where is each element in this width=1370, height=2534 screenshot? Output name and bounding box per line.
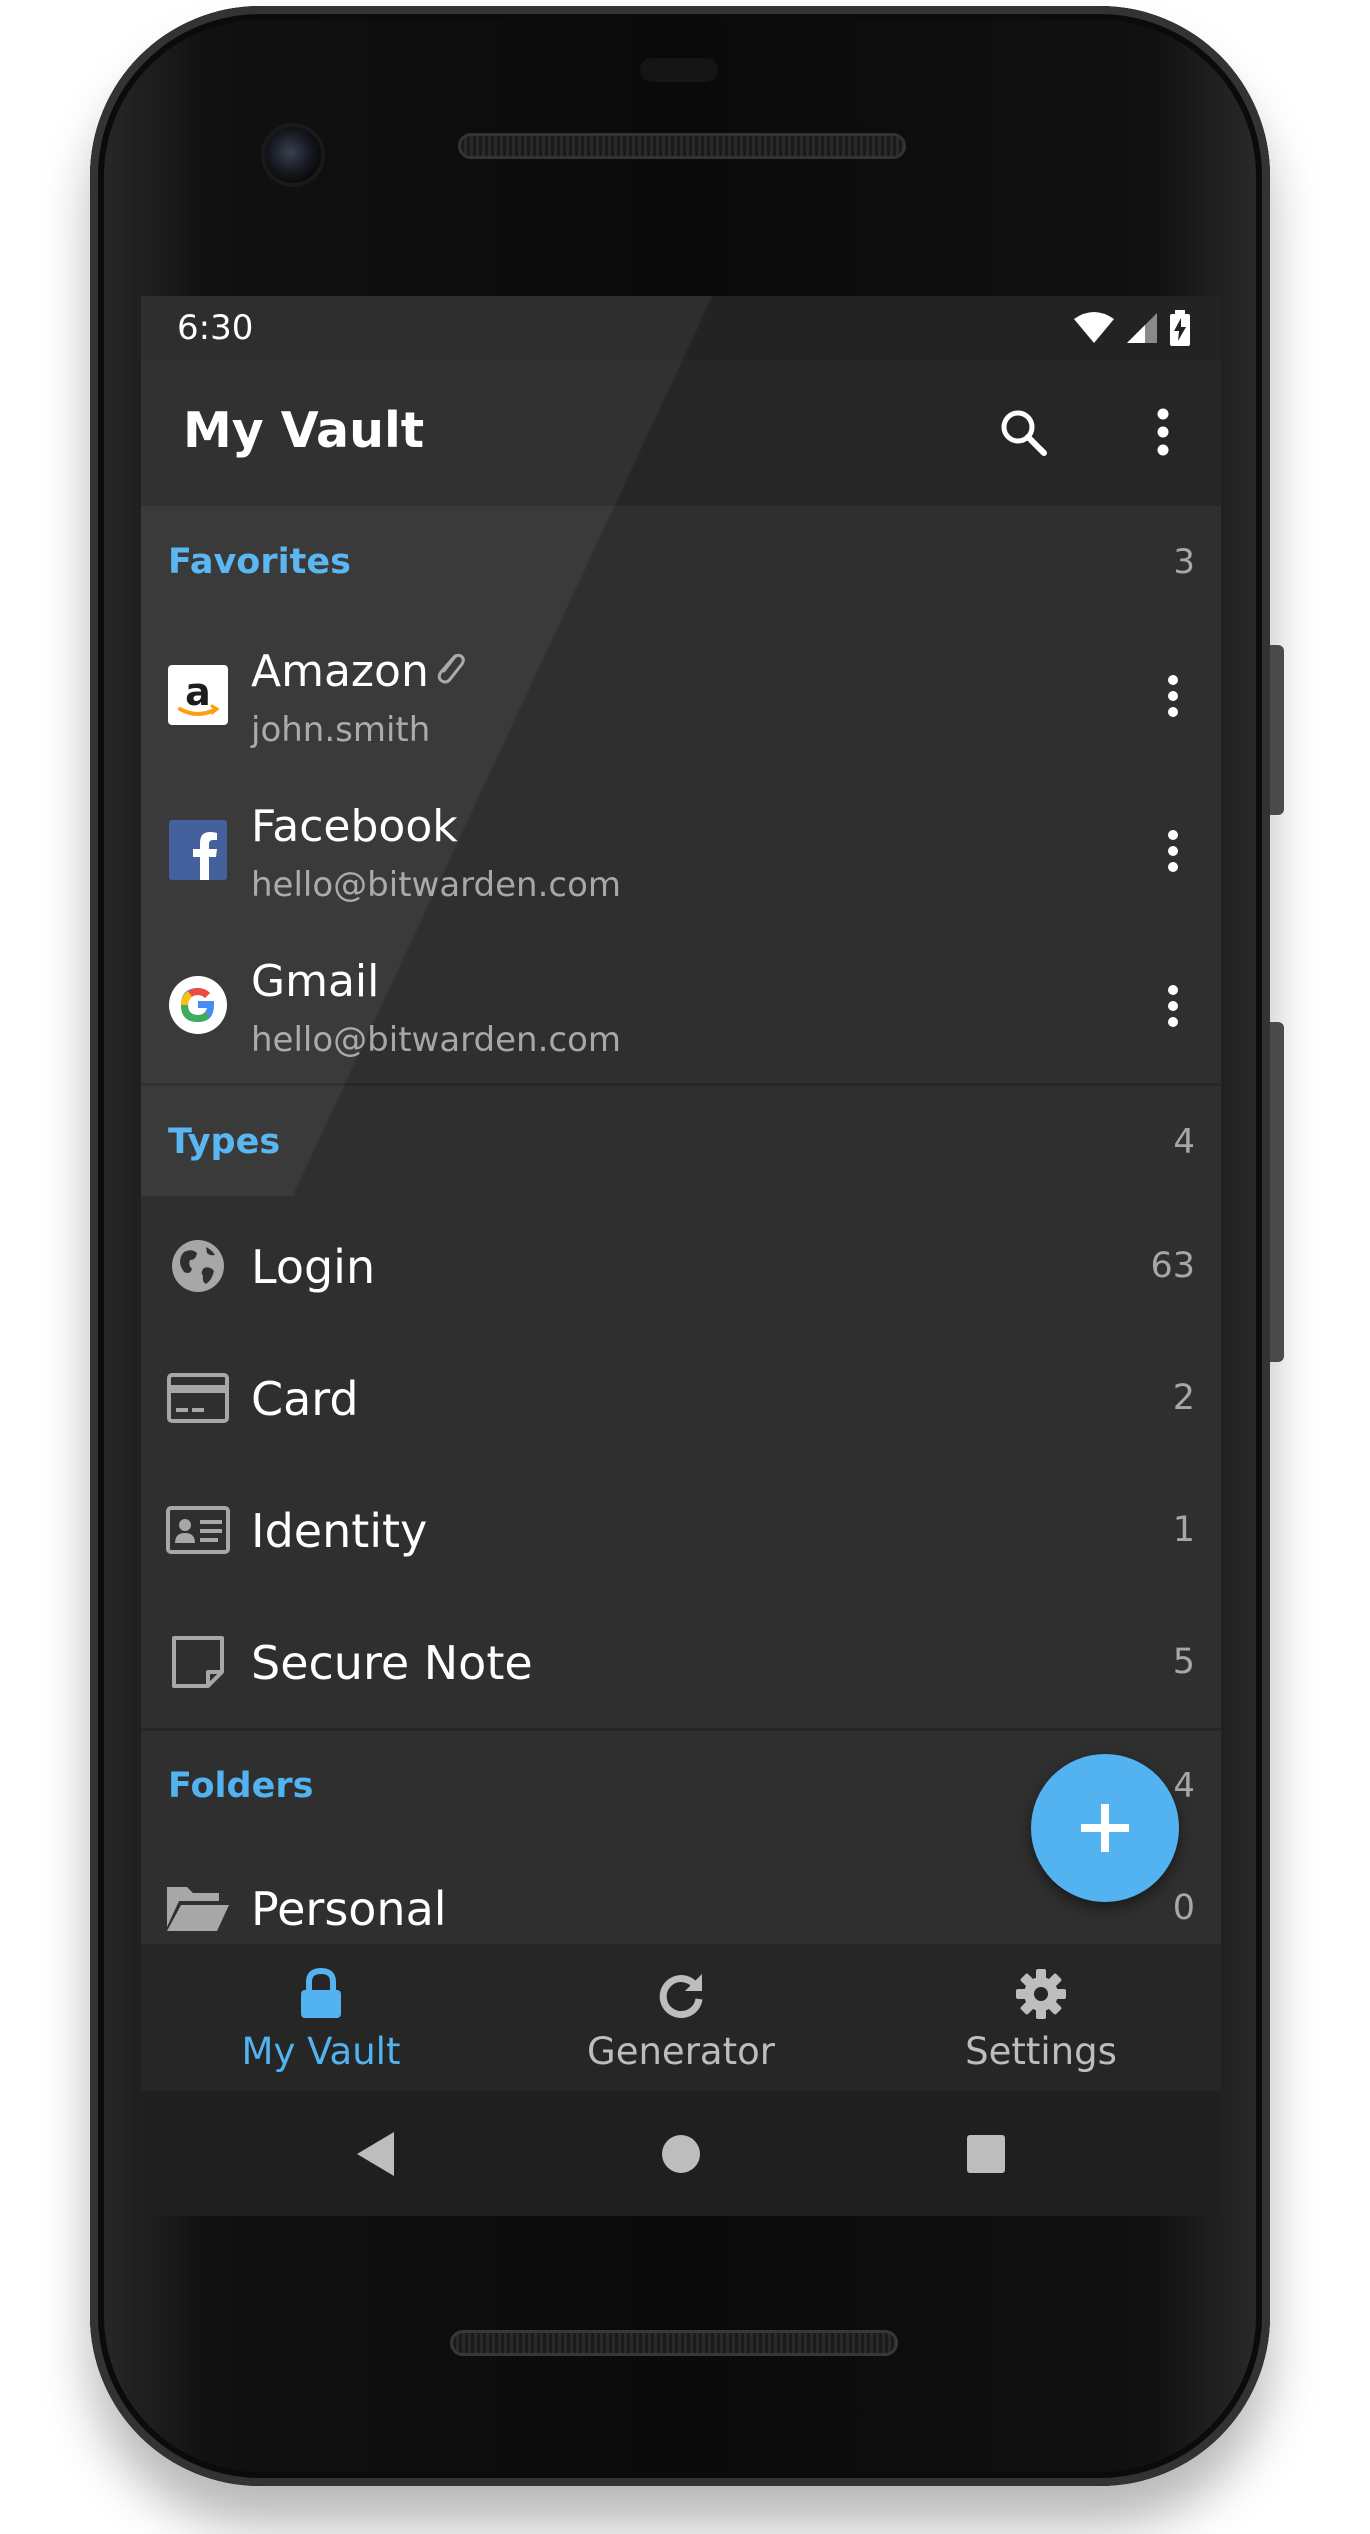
tab-label: My Vault	[241, 2030, 401, 2073]
more-vertical-icon	[1168, 985, 1178, 1027]
amazon-logo-icon: a	[167, 664, 229, 726]
type-row-secure-note[interactable]: Secure Note 5	[141, 1596, 1221, 1728]
cipher-subtitle: hello@bitwarden.com	[251, 865, 622, 905]
tab-settings[interactable]: Settings	[861, 1944, 1221, 2091]
vault-list[interactable]: Favorites 3 a Amazon john.smith Facebook…	[141, 506, 1221, 1944]
svg-text:a: a	[185, 670, 211, 714]
type-count: 2	[1172, 1378, 1195, 1418]
plus-icon	[1081, 1804, 1129, 1852]
page-title: My Vault	[183, 402, 425, 459]
cipher-row-facebook[interactable]: Facebook hello@bitwarden.com	[141, 773, 1221, 928]
section-count: 4	[1173, 1766, 1195, 1806]
folder-count: 0	[1172, 1888, 1195, 1928]
section-header-types: Types 4	[141, 1086, 1221, 1198]
more-vertical-icon	[1157, 408, 1169, 456]
overflow-menu-button[interactable]	[1131, 400, 1195, 464]
more-vertical-icon	[1168, 675, 1178, 717]
bottom-tab-bar: My Vault Generator Settings	[141, 1944, 1221, 2091]
section-title: Folders	[168, 1766, 314, 1806]
front-camera-icon	[265, 127, 321, 183]
cell-signal-icon	[1127, 313, 1157, 343]
tab-my-vault[interactable]: My Vault	[141, 1944, 501, 2091]
phone-screen: 6:30 My Vault Favorites 3 a Amazon john.…	[141, 296, 1221, 2216]
refresh-icon	[651, 1966, 711, 2022]
type-name: Secure Note	[251, 1636, 533, 1690]
cipher-name: Amazon	[251, 646, 429, 697]
section-count: 4	[1173, 1122, 1195, 1162]
section-header-favorites: Favorites 3	[141, 506, 1221, 618]
system-navigation-bar	[141, 2091, 1221, 2216]
search-icon	[1001, 410, 1047, 456]
cipher-subtitle: hello@bitwarden.com	[251, 1020, 622, 1060]
search-button[interactable]	[991, 400, 1055, 464]
status-icons	[1073, 310, 1191, 346]
cipher-row-amazon[interactable]: a Amazon john.smith	[141, 618, 1221, 773]
cipher-subtitle: john.smith	[251, 710, 431, 750]
status-bar: 6:30	[141, 296, 1221, 360]
folder-name: Personal	[251, 1882, 447, 1936]
folder-open-icon	[165, 1878, 231, 1938]
type-name: Card	[251, 1372, 359, 1426]
nav-home-button[interactable]	[646, 2119, 716, 2189]
google-logo-icon	[167, 974, 229, 1036]
tab-label: Generator	[587, 2030, 775, 2073]
type-row-card[interactable]: Card 2	[141, 1332, 1221, 1464]
type-row-identity[interactable]: Identity 1	[141, 1464, 1221, 1596]
type-count: 63	[1150, 1246, 1195, 1286]
nav-back-button[interactable]	[341, 2119, 411, 2189]
nav-recents-button[interactable]	[951, 2119, 1021, 2189]
tab-generator[interactable]: Generator	[501, 1944, 861, 2091]
wifi-icon	[1074, 312, 1114, 343]
type-count: 5	[1172, 1642, 1195, 1682]
recents-square-icon	[967, 2135, 1005, 2173]
cipher-more-button[interactable]	[1143, 974, 1203, 1038]
earpiece-speaker	[458, 133, 906, 159]
more-vertical-icon	[1168, 830, 1178, 872]
type-name: Login	[251, 1240, 376, 1294]
id-card-icon	[165, 1500, 231, 1560]
status-time: 6:30	[177, 308, 254, 348]
power-button	[1270, 645, 1284, 815]
battery-charging-icon	[1170, 310, 1190, 346]
back-triangle-icon	[357, 2132, 394, 2176]
add-item-button[interactable]	[1031, 1754, 1179, 1902]
note-icon	[165, 1632, 231, 1692]
volume-button	[1270, 1022, 1284, 1362]
lock-icon	[291, 1966, 351, 2022]
section-title: Types	[168, 1122, 281, 1162]
globe-icon	[165, 1236, 231, 1296]
credit-card-icon	[165, 1368, 231, 1428]
home-circle-icon	[662, 2135, 700, 2173]
gear-icon	[1011, 1966, 1071, 2022]
facebook-logo-icon	[167, 819, 229, 881]
type-name: Identity	[251, 1504, 428, 1558]
type-count: 1	[1172, 1510, 1195, 1550]
cipher-name: Gmail	[251, 956, 380, 1007]
tab-label: Settings	[965, 2030, 1117, 2073]
section-title: Favorites	[168, 542, 351, 582]
cipher-more-button[interactable]	[1143, 819, 1203, 883]
cipher-row-gmail[interactable]: Gmail hello@bitwarden.com	[141, 928, 1221, 1083]
type-row-login[interactable]: Login 63	[141, 1200, 1221, 1332]
proximity-sensor	[640, 58, 718, 82]
bottom-speaker	[450, 2330, 898, 2356]
cipher-name: Facebook	[251, 801, 458, 852]
paperclip-icon	[437, 653, 465, 684]
app-bar: My Vault	[141, 360, 1221, 506]
cipher-more-button[interactable]	[1143, 664, 1203, 728]
section-count: 3	[1173, 542, 1195, 582]
